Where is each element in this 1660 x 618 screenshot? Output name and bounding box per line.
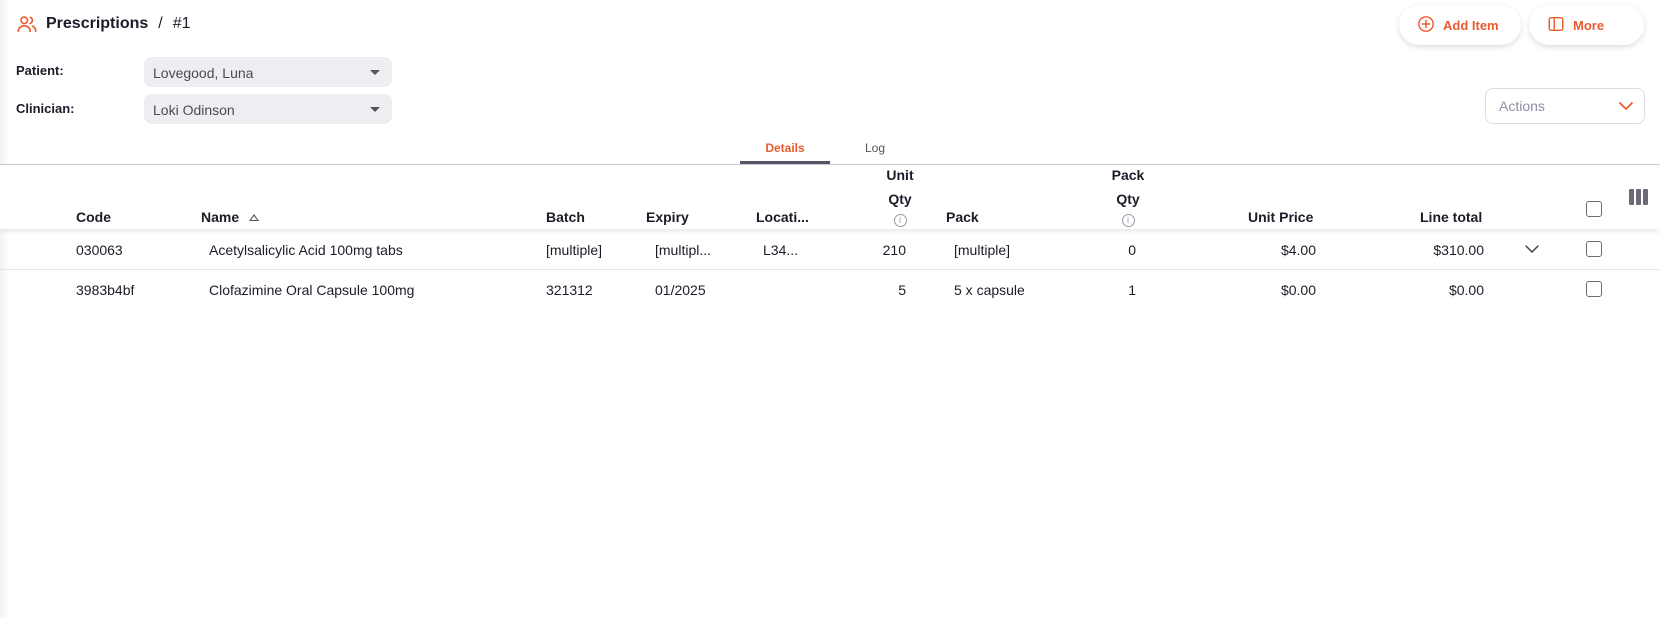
column-header-code[interactable]: Code <box>76 209 111 225</box>
breadcrumb-title[interactable]: Prescriptions <box>46 15 148 33</box>
actions-dropdown[interactable]: Actions <box>1485 88 1645 124</box>
cell-name: Acetylsalicylic Acid 100mg tabs <box>209 242 403 258</box>
sidebar-panel-icon <box>1547 15 1565 36</box>
caret-down-icon <box>370 107 380 112</box>
cell-unit-qty: 210 <box>882 242 906 258</box>
cell-code: 3983b4bf <box>76 282 135 298</box>
chevron-down-icon[interactable] <box>1524 243 1540 255</box>
cell-location: L34... <box>763 242 799 258</box>
column-header-name-label: Name <box>201 209 240 225</box>
info-icon: i <box>1121 214 1135 227</box>
cell-unit-price: $0.00 <box>1280 282 1316 298</box>
table-header: Code Name Batch Expiry Locati... Unit Qt… <box>0 165 1660 229</box>
patient-select[interactable]: Lovegood, Luna <box>144 57 392 87</box>
tab-details[interactable]: Details <box>740 137 830 164</box>
cell-pack-qty: 1 <box>1128 282 1136 298</box>
cell-pack: 5 x capsule <box>954 282 1025 298</box>
columns-icon[interactable] <box>1629 189 1648 205</box>
cell-expiry: 01/2025 <box>655 282 706 298</box>
actions-placeholder: Actions <box>1499 98 1545 114</box>
cell-batch: 321312 <box>546 282 593 298</box>
row-checkbox[interactable] <box>1586 241 1602 257</box>
column-header-pack-qty-line2: Qty <box>1116 191 1140 207</box>
column-header-unit-qty-line2: Qty <box>888 191 912 207</box>
more-button[interactable]: More <box>1529 5 1644 45</box>
clinician-value: Loki Odinson <box>153 102 235 118</box>
column-header-location[interactable]: Locati... <box>756 209 809 225</box>
column-header-pack-qty[interactable]: Pack Qty i <box>1110 163 1146 227</box>
column-header-name[interactable]: Name <box>201 209 260 225</box>
column-header-line-total[interactable]: Line total <box>1420 209 1482 225</box>
plus-circle-icon <box>1417 15 1435 36</box>
users-icon <box>16 13 38 35</box>
column-header-pack[interactable]: Pack <box>946 209 979 225</box>
caret-down-icon <box>370 70 380 75</box>
sort-ascending-icon <box>249 214 260 221</box>
tab-log[interactable]: Log <box>830 137 920 164</box>
column-header-pack-qty-line1: Pack <box>1111 167 1145 183</box>
cell-code: 030063 <box>76 242 123 258</box>
breadcrumb-current: #1 <box>172 15 191 32</box>
cell-unit-price: $4.00 <box>1280 242 1316 258</box>
breadcrumb-separator: / <box>158 15 163 32</box>
chevron-down-icon <box>1619 102 1633 110</box>
clinician-label: Clinician: <box>16 101 75 116</box>
table-row[interactable]: 030063 Acetylsalicylic Acid 100mg tabs [… <box>0 230 1660 270</box>
column-header-unit-qty-line1: Unit <box>886 167 914 183</box>
row-checkbox[interactable] <box>1586 281 1602 297</box>
clinician-select[interactable]: Loki Odinson <box>144 94 392 124</box>
patient-value: Lovegood, Luna <box>153 65 254 81</box>
more-label: More <box>1573 17 1605 33</box>
column-header-unit-price[interactable]: Unit Price <box>1248 209 1313 225</box>
cell-expiry: [multipl... <box>655 242 712 258</box>
patient-label: Patient: <box>16 63 64 78</box>
add-item-label: Add Item <box>1443 17 1499 33</box>
cell-name: Clofazimine Oral Capsule 100mg <box>209 282 415 298</box>
select-all-checkbox[interactable] <box>1586 201 1602 217</box>
cell-line-total: $310.00 <box>1433 242 1484 258</box>
add-item-button[interactable]: Add Item <box>1399 5 1521 45</box>
column-header-unit-qty[interactable]: Unit Qty i <box>885 163 915 227</box>
cell-pack-qty: 0 <box>1128 242 1136 258</box>
cell-batch: [multiple] <box>546 242 603 258</box>
column-header-batch[interactable]: Batch <box>546 209 585 225</box>
table-row[interactable]: 3983b4bf Clofazimine Oral Capsule 100mg … <box>0 270 1660 310</box>
cell-line-total: $0.00 <box>1448 282 1484 298</box>
info-icon: i <box>893 214 907 227</box>
cell-pack: [multiple] <box>954 242 1011 258</box>
cell-unit-qty: 5 <box>898 282 906 298</box>
breadcrumb: Prescriptions / #1 <box>16 13 191 35</box>
tab-bar: Details Log <box>740 137 920 164</box>
column-header-expiry[interactable]: Expiry <box>646 209 689 225</box>
